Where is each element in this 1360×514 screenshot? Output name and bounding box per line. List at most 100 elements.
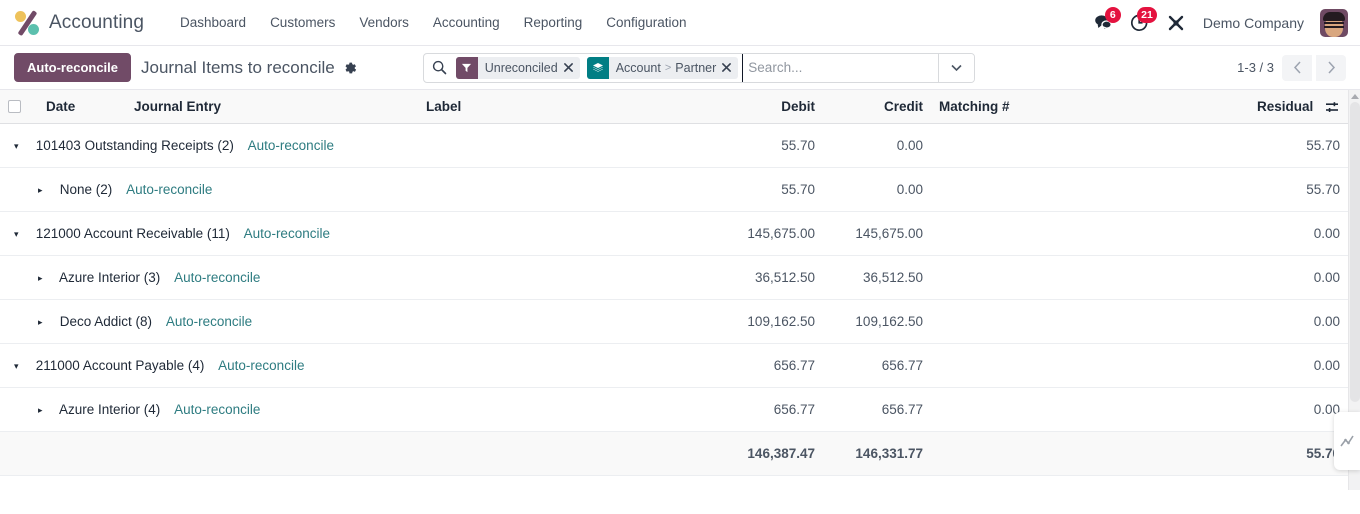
activities-button[interactable]: 21 — [1123, 6, 1157, 38]
group-row[interactable]: ▾ 101403 Outstanding Receipts (2) Auto-r… — [0, 123, 1348, 168]
breadcrumb: Journal Items to reconcile — [141, 58, 357, 78]
company-switcher[interactable]: Demo Company — [1195, 10, 1312, 36]
column-header-label[interactable]: Label — [418, 90, 733, 124]
caret-icon[interactable]: ▾ — [14, 141, 26, 152]
odoo-accounting-percent-logo-icon — [14, 9, 40, 36]
group-label: Azure Interior (3) — [59, 270, 161, 285]
menu-item-configuration[interactable]: Configuration — [594, 9, 698, 36]
row-auto-reconcile-link[interactable]: Auto-reconcile — [248, 138, 334, 153]
row-auto-reconcile-link[interactable]: Auto-reconcile — [174, 402, 260, 417]
group-matching — [931, 211, 1231, 256]
footer-debit-total: 146,387.47 — [733, 431, 823, 476]
caret-icon[interactable]: ▸ — [38, 185, 50, 196]
caret-icon[interactable]: ▸ — [38, 317, 50, 328]
user-avatar[interactable] — [1320, 8, 1348, 37]
group-matching — [931, 255, 1231, 300]
caret-icon[interactable]: ▾ — [14, 361, 26, 372]
group-name-cell[interactable]: ▸ Azure Interior (3) Auto-reconcile — [0, 255, 418, 300]
chevron-right-icon — [1327, 61, 1335, 74]
caret-icon[interactable]: ▾ — [14, 229, 26, 240]
scroll-up-arrow-icon[interactable] — [1351, 94, 1359, 99]
chevron-down-icon — [951, 64, 962, 71]
group-name-cell[interactable]: ▸ None (2) Auto-reconcile — [0, 167, 418, 212]
pager-next-button[interactable] — [1316, 54, 1346, 81]
group-matching — [931, 387, 1231, 432]
messages-button[interactable]: 6 — [1087, 6, 1121, 38]
facet-unreconciled[interactable]: Unreconciled — [455, 56, 580, 79]
apps-shortcut-button[interactable] — [1159, 8, 1193, 38]
app-brand[interactable]: Accounting — [10, 7, 148, 39]
gear-icon[interactable] — [343, 61, 357, 75]
column-header-residual[interactable]: Residual — [1231, 90, 1348, 124]
systray: 6 21 Demo Company — [1087, 6, 1348, 38]
chart-widget-button[interactable] — [1334, 412, 1360, 470]
auto-reconcile-button[interactable]: Auto-reconcile — [14, 53, 132, 82]
app-name: Accounting — [49, 11, 145, 33]
row-auto-reconcile-link[interactable]: Auto-reconcile — [174, 270, 260, 285]
group-debit: 145,675.00 — [733, 211, 823, 256]
group-label: 101403 Outstanding Receipts (2) — [35, 138, 234, 153]
group-credit: 145,675.00 — [823, 211, 931, 256]
caret-icon[interactable]: ▸ — [38, 273, 50, 284]
group-label-col — [418, 343, 733, 388]
group-name-cell[interactable]: ▾ 211000 Account Payable (4) Auto-reconc… — [0, 343, 418, 388]
caret-icon[interactable]: ▸ — [38, 405, 50, 416]
layers-groupby-icon — [586, 56, 609, 79]
group-row[interactable]: ▾ 211000 Account Payable (4) Auto-reconc… — [0, 343, 1348, 388]
group-credit: 656.77 — [823, 387, 931, 432]
journal-items-table: Date Journal Entry Label Debit Credit Ma… — [0, 90, 1348, 476]
column-header-date[interactable]: Date — [38, 90, 126, 124]
facet-groupby-account-partner[interactable]: Account > Partner — [586, 56, 739, 79]
group-debit: 656.77 — [733, 387, 823, 432]
pager-value[interactable]: 1-3 / 3 — [1237, 60, 1274, 75]
pager-previous-button[interactable] — [1282, 54, 1312, 81]
row-auto-reconcile-link[interactable]: Auto-reconcile — [218, 358, 304, 373]
search-input[interactable] — [742, 53, 938, 82]
group-row[interactable]: ▸ Azure Interior (4) Auto-reconcile 656.… — [0, 387, 1348, 432]
column-header-residual-label: Residual — [1256, 99, 1314, 114]
group-debit: 109,162.50 — [733, 299, 823, 344]
footer-journal-entry — [126, 431, 418, 476]
control-panel: Auto-reconcile Journal Items to reconcil… — [0, 46, 1360, 90]
page-title: Journal Items to reconcile — [141, 57, 335, 77]
select-all-checkbox[interactable] — [8, 100, 21, 113]
footer-label — [418, 431, 733, 476]
column-header-journal-entry[interactable]: Journal Entry — [126, 90, 418, 124]
group-debit: 55.70 — [733, 167, 823, 212]
menu-item-vendors[interactable]: Vendors — [347, 9, 421, 36]
menu-item-customers[interactable]: Customers — [258, 9, 347, 36]
column-header-matching[interactable]: Matching # — [931, 90, 1231, 124]
search-dropdown-toggle[interactable] — [937, 53, 974, 82]
facet-unreconciled-remove-icon[interactable] — [563, 57, 580, 79]
facet-groupby-label: Account > Partner — [609, 57, 723, 79]
group-name-cell[interactable]: ▸ Azure Interior (4) Auto-reconcile — [0, 387, 418, 432]
menu-item-reporting[interactable]: Reporting — [512, 9, 595, 36]
bottom-strip — [0, 490, 1360, 514]
footer-matching — [931, 431, 1231, 476]
group-name-cell[interactable]: ▾ 101403 Outstanding Receipts (2) Auto-r… — [0, 123, 418, 168]
group-row[interactable]: ▾ 121000 Account Receivable (11) Auto-re… — [0, 211, 1348, 256]
column-options-icon[interactable] — [1325, 101, 1340, 114]
facet-groupby-remove-icon[interactable] — [722, 57, 738, 79]
menu-item-accounting[interactable]: Accounting — [421, 9, 512, 36]
group-residual: 0.00 — [1231, 255, 1348, 300]
row-auto-reconcile-link[interactable]: Auto-reconcile — [244, 226, 330, 241]
select-all-cell — [0, 90, 38, 124]
group-label-col — [418, 387, 733, 432]
group-name-cell[interactable]: ▾ 121000 Account Receivable (11) Auto-re… — [0, 211, 418, 256]
menu-item-dashboard[interactable]: Dashboard — [168, 9, 258, 36]
chevron-left-icon — [1293, 61, 1301, 74]
group-row[interactable]: ▸ Deco Addict (8) Auto-reconcile 109,162… — [0, 299, 1348, 344]
vertical-scroll-thumb[interactable] — [1350, 102, 1360, 402]
group-label: Azure Interior (4) — [59, 402, 161, 417]
column-header-debit[interactable]: Debit — [733, 90, 823, 124]
group-residual: 0.00 — [1231, 299, 1348, 344]
column-header-credit[interactable]: Credit — [823, 90, 931, 124]
group-name-cell[interactable]: ▸ Deco Addict (8) Auto-reconcile — [0, 299, 418, 344]
chart-widget-icon — [1340, 435, 1354, 447]
facet-groupby-separator: > — [664, 61, 672, 74]
group-row[interactable]: ▸ Azure Interior (3) Auto-reconcile 36,5… — [0, 255, 1348, 300]
row-auto-reconcile-link[interactable]: Auto-reconcile — [126, 182, 212, 197]
group-row[interactable]: ▸ None (2) Auto-reconcile 55.70 0.00 55.… — [0, 167, 1348, 212]
row-auto-reconcile-link[interactable]: Auto-reconcile — [166, 314, 252, 329]
